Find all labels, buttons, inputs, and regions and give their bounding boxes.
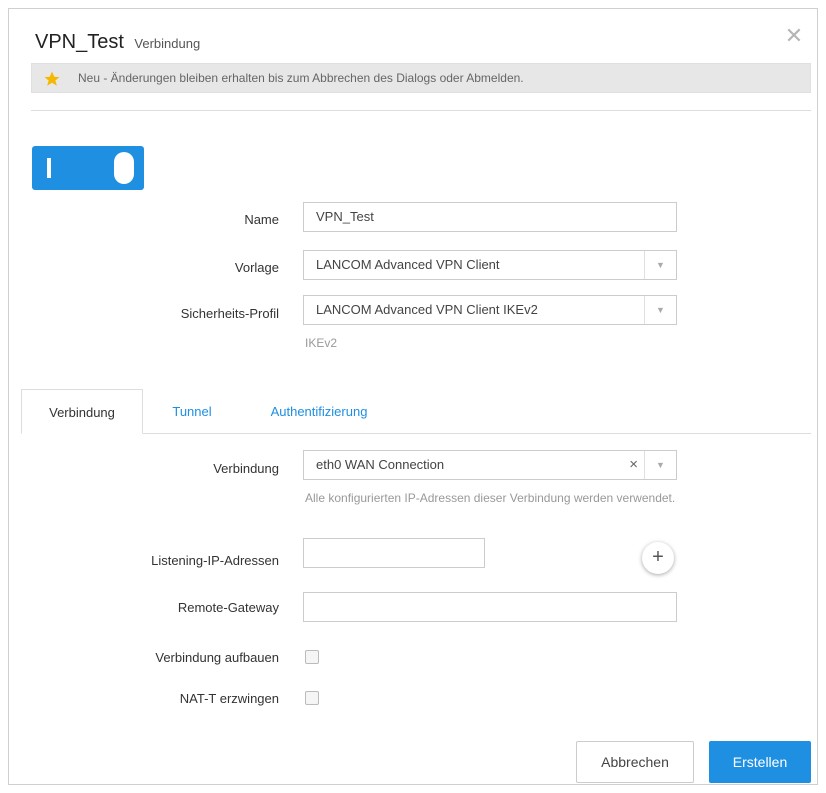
aufbauen-label: Verbindung aufbauen [155, 650, 279, 665]
notice-text: Neu - Änderungen bleiben erhalten bis zu… [78, 71, 524, 85]
sicherheitsprofil-label: Sicherheits-Profil [180, 306, 279, 321]
connection-select-value: eth0 WAN Connection [316, 457, 445, 472]
dialog-title-row: VPN_Test Verbindung [35, 31, 200, 54]
dialog-title: VPN_Test [35, 31, 124, 53]
vorlage-select-value: LANCOM Advanced VPN Client [316, 257, 500, 272]
chevron-down-icon[interactable]: ▼ [644, 451, 676, 479]
name-input[interactable]: VPN_Test [303, 202, 677, 232]
aufbauen-checkbox[interactable] [305, 650, 319, 664]
plus-icon[interactable]: + [642, 542, 674, 574]
vorlage-select[interactable]: LANCOM Advanced VPN Client ▼ [303, 250, 677, 280]
chevron-down-icon[interactable]: ▼ [644, 251, 676, 279]
natt-label: NAT-T erzwingen [179, 691, 279, 706]
sicherheitsprofil-hint: IKEv2 [305, 336, 338, 350]
remote-gateway-label: Remote-Gateway [177, 600, 279, 615]
connection-select[interactable]: eth0 WAN Connection × ▼ [303, 450, 677, 480]
listening-ip-label: Listening-IP-Adressen [151, 553, 279, 568]
name-label: Name [244, 212, 279, 227]
natt-checkbox[interactable] [305, 691, 319, 705]
tab-strip-line [31, 433, 811, 434]
toggle-on-mark [47, 158, 51, 178]
name-input-value: VPN_Test [316, 209, 374, 224]
connection-hint: Alle konfigurierten IP-Adressen dieser V… [305, 491, 676, 505]
remote-gateway-input[interactable] [303, 592, 677, 622]
vorlage-label: Vorlage [234, 260, 279, 275]
enable-toggle[interactable] [32, 146, 144, 190]
create-button[interactable]: Erstellen [709, 741, 811, 783]
clear-icon[interactable]: × [629, 451, 638, 479]
dialog-subtitle: Verbindung [134, 36, 201, 51]
sicherheitsprofil-select-value: LANCOM Advanced VPN Client IKEv2 [316, 302, 538, 317]
connection-label: Verbindung [213, 461, 279, 476]
tab-authentifizierung[interactable]: Authentifizierung [249, 389, 389, 434]
header-divider [31, 110, 811, 111]
listening-ip-input[interactable] [303, 538, 485, 568]
dialog: VPN_Test Verbindung ✕ Neu - Änderungen b… [8, 8, 818, 785]
close-icon[interactable]: ✕ [783, 25, 805, 47]
sicherheitsprofil-select[interactable]: LANCOM Advanced VPN Client IKEv2 ▼ [303, 295, 677, 325]
star-icon [44, 71, 60, 86]
notice-bar: Neu - Änderungen bleiben erhalten bis zu… [31, 63, 811, 93]
toggle-knob [114, 152, 134, 184]
chevron-down-icon[interactable]: ▼ [644, 296, 676, 324]
tab-tunnel[interactable]: Tunnel [159, 389, 225, 434]
tab-verbindung[interactable]: Verbindung [21, 389, 143, 434]
cancel-button[interactable]: Abbrechen [576, 741, 694, 783]
